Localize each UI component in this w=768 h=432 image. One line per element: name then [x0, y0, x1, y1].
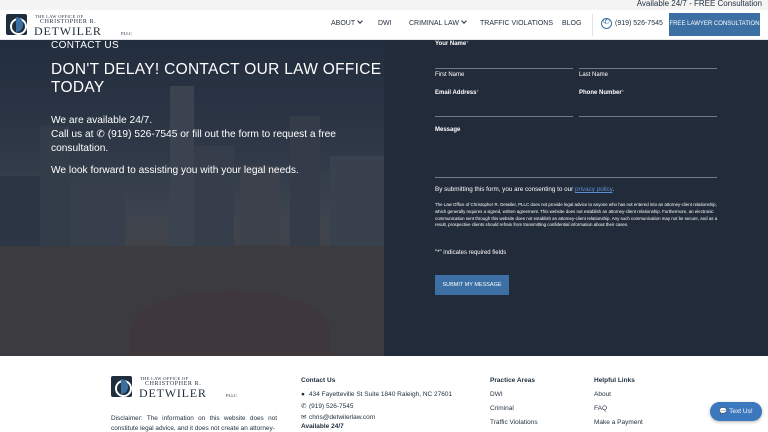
- logo-line3: DETWILER: [34, 24, 102, 38]
- nav-criminal-law[interactable]: CRIMINAL LAW: [409, 18, 467, 27]
- email-label-text: Email Address: [435, 90, 477, 96]
- email-input[interactable]: [435, 98, 573, 117]
- footer-practice-link-criminal[interactable]: Criminal: [490, 405, 514, 412]
- nav-traffic-violations-label: TRAFFIC VIOLATIONS: [480, 20, 553, 27]
- contact-form: Your Name* First Name Last Name Email Ad…: [384, 40, 768, 356]
- free-consultation-button[interactable]: FREE LAWYER CONSULTATION: [669, 13, 760, 36]
- phone-input[interactable]: [579, 98, 717, 117]
- phone-icon: ✆: [96, 129, 105, 140]
- nav-dwi[interactable]: DWI: [378, 20, 392, 27]
- chat-icon: 💬: [719, 408, 728, 415]
- logo-mark-icon: [111, 376, 132, 397]
- chevron-down-icon: [461, 18, 467, 24]
- hero-paragraph-2-cont: consultation.: [51, 143, 109, 154]
- text-us-button[interactable]: 💬 Text Us!: [710, 402, 762, 421]
- footer-link-faq[interactable]: FAQ: [594, 405, 607, 412]
- footer-practice-link-dwi[interactable]: DWI: [490, 391, 503, 398]
- message-textarea[interactable]: [435, 136, 717, 178]
- footer-address-text: 434 Fayetteville St Suite 1840 Raleigh, …: [309, 391, 453, 398]
- hero-paragraph-3: We look forward to assisting you with yo…: [51, 165, 299, 176]
- nav-about-label: ABOUT: [331, 20, 356, 27]
- required-fields-note: "*" indicates required fields: [435, 250, 507, 256]
- footer-address: ● 434 Fayetteville St Suite 1840 Raleigh,…: [301, 391, 452, 398]
- header-divider: [592, 14, 593, 36]
- chevron-down-icon: [357, 18, 363, 24]
- required-mark: *: [476, 90, 479, 96]
- footer-phone-text: (919) 526-7545: [309, 403, 354, 410]
- first-name-input[interactable]: [435, 50, 573, 69]
- footer-logo[interactable]: THE LAW OFFICE OF CHRISTOPHER R. DETWILE…: [111, 374, 238, 400]
- site-logo[interactable]: THE LAW OFFICE OF CHRISTOPHER R. DETWILE…: [6, 12, 133, 38]
- consent-text-end: .: [612, 186, 615, 193]
- nav-dwi-label: DWI: [378, 20, 392, 27]
- text-us-label: Text Us!: [729, 408, 753, 415]
- hero-paragraph-2: Call us at ✆ (919) 526-7545 or fill out …: [51, 128, 336, 142]
- hero-call-text: Call us at: [51, 129, 94, 140]
- header-phone[interactable]: (919) 526-7545: [601, 17, 663, 32]
- footer-contact-heading: Contact Us: [301, 377, 336, 384]
- footer-phone[interactable]: ✆ (919) 526-7545: [301, 402, 353, 410]
- privacy-policy-link[interactable]: privacy policy: [575, 186, 612, 193]
- site-footer: THE LAW OFFICE OF CHRISTOPHER R. DETWILE…: [0, 356, 768, 432]
- nav-traffic-violations[interactable]: TRAFFIC VIOLATIONS: [480, 20, 553, 27]
- nav-about[interactable]: ABOUT: [331, 18, 363, 27]
- hero-image-panel: CONTACT US DON'T DELAY! CONTACT OUR LAW …: [0, 40, 384, 356]
- last-name-sublabel: Last Name: [579, 72, 609, 78]
- logo-line4: PLLC: [121, 31, 133, 36]
- footer-availability: Available 24/7: [301, 423, 344, 430]
- footer-logo-inner: THE LAW OFFICE OF CHRISTOPHER R. DETWILE…: [111, 374, 238, 400]
- phone-icon: ✆: [301, 403, 307, 410]
- form-disclaimer: The Law Office of Christopher R. Detwile…: [435, 202, 718, 228]
- phone-label-text: Phone Number: [579, 90, 622, 96]
- nav-blog-label: BLOG: [562, 20, 582, 27]
- required-mark: *: [466, 41, 469, 47]
- footer-helpful-heading: Helpful Links: [594, 377, 635, 384]
- required-mark: *: [621, 90, 625, 96]
- envelope-icon: ✉: [301, 414, 307, 421]
- consent-text: By submitting this form, you are consent…: [435, 186, 614, 193]
- top-strip: Available 24/7 - FREE Consultation: [0, 0, 768, 10]
- hero-paragraph-1: We are available 24/7.: [51, 115, 153, 126]
- footer-practice-link-traffic[interactable]: Traffic Violations: [490, 419, 538, 426]
- hero-title-line2: TODAY: [51, 79, 105, 96]
- email-label: Email Address*: [435, 90, 479, 96]
- submit-message-button[interactable]: SUBMIT MY MESSAGE: [435, 275, 509, 295]
- hero-kicker: CONTACT US: [51, 40, 120, 51]
- footer-email[interactable]: ✉ chris@detwilerlaw.com: [301, 413, 375, 421]
- name-label-text: Your Name: [435, 41, 467, 47]
- message-label: Message: [435, 127, 461, 133]
- logo-line3: DETWILER: [139, 386, 207, 400]
- first-name-sublabel: First Name: [435, 72, 465, 78]
- availability-banner: Available 24/7 - FREE Consultation: [636, 0, 762, 8]
- nav-criminal-law-label: CRIMINAL LAW: [409, 20, 460, 27]
- nav-blog[interactable]: BLOG: [562, 20, 581, 27]
- name-label: Your Name*: [435, 41, 469, 47]
- footer-practice-heading: Practice Areas: [490, 377, 535, 384]
- header-phone-number: (919) 526-7545: [615, 20, 663, 27]
- consent-text-main: By submitting this form, you are consent…: [435, 186, 574, 193]
- hero-phone-text[interactable]: (919) 526-7545 or fill out the form to r…: [108, 129, 336, 140]
- logo-line4: PLLC: [226, 393, 238, 398]
- footer-link-about[interactable]: About: [594, 391, 611, 398]
- phone-label: Phone Number*: [579, 90, 624, 96]
- map-pin-icon: ●: [301, 391, 305, 398]
- hero-title: DON'T DELAY! CONTACT OUR LAW OFFICE TODA…: [51, 61, 381, 97]
- last-name-input[interactable]: [579, 50, 717, 69]
- logo-mark-icon: [6, 14, 27, 35]
- hero-title-line1: DON'T DELAY! CONTACT OUR LAW OFFICE: [51, 61, 382, 78]
- footer-link-payment[interactable]: Make a Payment: [594, 419, 643, 426]
- footer-email-text: chris@detwilerlaw.com: [309, 414, 376, 421]
- phone-icon: [601, 17, 612, 29]
- site-header: THE LAW OFFICE OF CHRISTOPHER R. DETWILE…: [0, 10, 768, 40]
- footer-disclaimer: Disclaimer: The information on this webs…: [111, 415, 277, 432]
